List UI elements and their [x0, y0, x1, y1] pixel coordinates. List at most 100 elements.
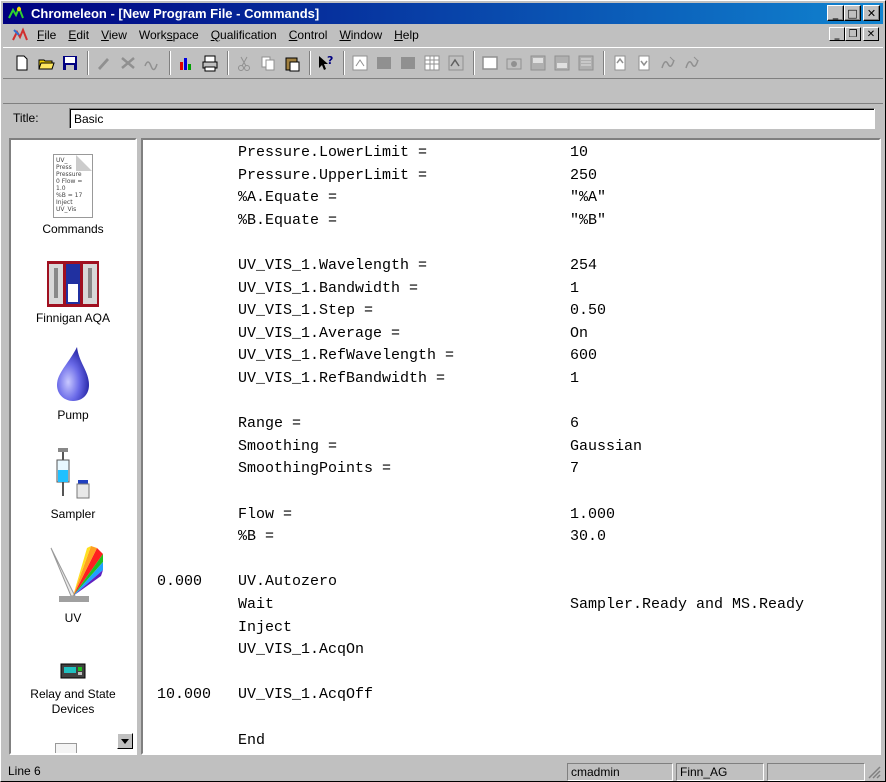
maximize-button[interactable]: □	[844, 5, 861, 21]
program-line[interactable]: UV_VIS_1.Average = On	[143, 323, 879, 346]
program-line[interactable]: UV_VIS_1.RefBandwidth = 1	[143, 368, 879, 391]
close-button[interactable]: ✕	[863, 5, 880, 21]
print-button[interactable]	[199, 52, 221, 74]
paste-button[interactable]	[281, 52, 303, 74]
help-button[interactable]: ?	[315, 52, 337, 74]
camera-button[interactable]	[503, 52, 525, 74]
menu-workspace[interactable]: Workspace	[133, 28, 205, 42]
filled-box-button[interactable]	[373, 52, 395, 74]
chromeleon-app-icon[interactable]	[7, 5, 25, 22]
sidebar-item-relay-state-devices[interactable]: Relay and State Devices	[11, 662, 135, 717]
sign-button[interactable]	[657, 52, 679, 74]
filled-box-icon-2	[401, 57, 415, 69]
panel-2-button[interactable]	[551, 52, 573, 74]
program-line[interactable]: 0.000 UV.Autozero	[143, 571, 879, 594]
doc-minimize-button[interactable]: _	[829, 27, 845, 41]
program-line[interactable]: UV_VIS_1.RefWavelength = 600	[143, 345, 879, 368]
command-text: Pressure.LowerLimit =	[238, 144, 428, 161]
menu-window[interactable]: Window	[333, 28, 388, 42]
cut-button[interactable]	[233, 52, 255, 74]
doc-restore-button[interactable]: ❐	[845, 27, 861, 41]
sidebar-item-commands[interactable]: UV_ Press Pressure 0 Flow = 1.0 %B = 17 …	[11, 154, 135, 236]
program-line[interactable]: End	[143, 730, 879, 753]
svg-text:?: ?	[327, 54, 333, 67]
program-line[interactable]	[143, 232, 879, 255]
open-button[interactable]	[35, 52, 57, 74]
program-line[interactable]	[143, 391, 879, 414]
program-line[interactable]: %B = 30.0	[143, 526, 879, 549]
program-line[interactable]: Smoothing = Gaussian	[143, 436, 879, 459]
command-value: 6	[570, 415, 580, 433]
delete-button[interactable]	[117, 52, 139, 74]
copy-button[interactable]	[257, 52, 279, 74]
program-line[interactable]: UV_VIS_1.AcqOn	[143, 639, 879, 662]
program-line[interactable]: Wait Sampler.Ready and MS.Ready	[143, 594, 879, 617]
program-line[interactable]: Range = 6	[143, 413, 879, 436]
minimize-button[interactable]: _	[827, 5, 844, 21]
document-system-menu-icon[interactable]	[11, 27, 29, 43]
program-line[interactable]: Flow = 1.000	[143, 504, 879, 527]
sidebar-item-label: Pump	[57, 408, 89, 422]
command-value: "%B"	[570, 211, 607, 229]
program-line[interactable]	[143, 707, 879, 730]
doc-down-button[interactable]	[633, 52, 655, 74]
window-title: Chromeleon - [New Program File - Command…	[31, 6, 320, 21]
command-text: Pressure.UpperLimit =	[238, 166, 428, 184]
program-line[interactable]: Inject	[143, 617, 879, 640]
program-line[interactable]	[143, 481, 879, 504]
title-bar[interactable]: Chromeleon - [New Program File - Command…	[3, 3, 883, 24]
frame-button[interactable]	[479, 52, 501, 74]
program-line[interactable]: UV_VIS_1.Step = 0.50	[143, 300, 879, 323]
filled-box-2-button[interactable]	[397, 52, 419, 74]
resize-grip-icon[interactable]	[867, 765, 881, 779]
image-button[interactable]	[445, 52, 467, 74]
menu-help[interactable]: Help	[388, 28, 425, 42]
sidebar-scroll-down-button[interactable]	[117, 733, 133, 749]
sidebar-item-uv[interactable]: UV	[11, 544, 135, 625]
sign-2-button[interactable]	[681, 52, 703, 74]
doc-close-button[interactable]: ✕	[863, 27, 879, 41]
command-text: Wait	[238, 596, 275, 613]
new-button[interactable]	[11, 52, 33, 74]
menu-control[interactable]: Control	[283, 28, 334, 42]
program-line[interactable]: UV_VIS_1.Wavelength = 254	[143, 255, 879, 278]
table-button[interactable]	[421, 52, 443, 74]
program-line[interactable]: 10.000 UV_VIS_1.AcqOff	[143, 684, 879, 707]
panel-button[interactable]	[527, 52, 549, 74]
edit-button[interactable]	[93, 52, 115, 74]
program-line[interactable]	[143, 549, 879, 572]
menu-file[interactable]: File	[31, 28, 62, 42]
image-icon	[448, 55, 464, 71]
menu-qualification[interactable]: Qualification	[205, 28, 283, 42]
cut-icon	[238, 56, 250, 71]
menu-view[interactable]: View	[95, 28, 133, 42]
command-value: "%A"	[570, 189, 607, 207]
title-input[interactable]: Basic	[69, 108, 875, 129]
toolbar: ?	[3, 47, 883, 79]
doc-up-icon	[614, 55, 626, 71]
command-value: 254	[570, 257, 598, 274]
program-line[interactable]: %A.Equate = "%A"	[143, 187, 879, 210]
toolbar-separator	[309, 51, 311, 75]
panel-3-button[interactable]	[575, 52, 597, 74]
program-line[interactable]	[143, 662, 879, 685]
chart-button[interactable]	[175, 52, 197, 74]
uv-spectrum-icon	[50, 546, 103, 602]
program-line[interactable]: %B.Equate = "%B"	[143, 210, 879, 233]
title-label: Title:	[13, 111, 39, 125]
doc-up-button[interactable]	[609, 52, 631, 74]
menu-edit[interactable]: Edit	[62, 28, 95, 42]
save-button[interactable]	[59, 52, 81, 74]
program-line[interactable]: SmoothingPoints = 7	[143, 458, 879, 481]
sidebar-item-pump[interactable]: Pump	[11, 345, 135, 422]
program-line[interactable]: Pressure.UpperLimit = 250	[143, 165, 879, 188]
program-line[interactable]: UV_VIS_1.Bandwidth = 1	[143, 278, 879, 301]
signal-button[interactable]	[141, 52, 163, 74]
sidebar-item-label: UV	[64, 611, 82, 625]
grid-button[interactable]	[349, 52, 371, 74]
sidebar-item-finnigan-aqa[interactable]: Finnigan AQA	[11, 260, 135, 325]
command-text: Smoothing =	[238, 437, 338, 455]
program-line[interactable]: Pressure.LowerLimit = 10	[143, 142, 879, 165]
sidebar-item-sampler[interactable]: Sampler	[11, 446, 135, 521]
program-editor[interactable]: Pressure.LowerLimit = 10 Pressure.UpperLim…	[141, 138, 881, 755]
